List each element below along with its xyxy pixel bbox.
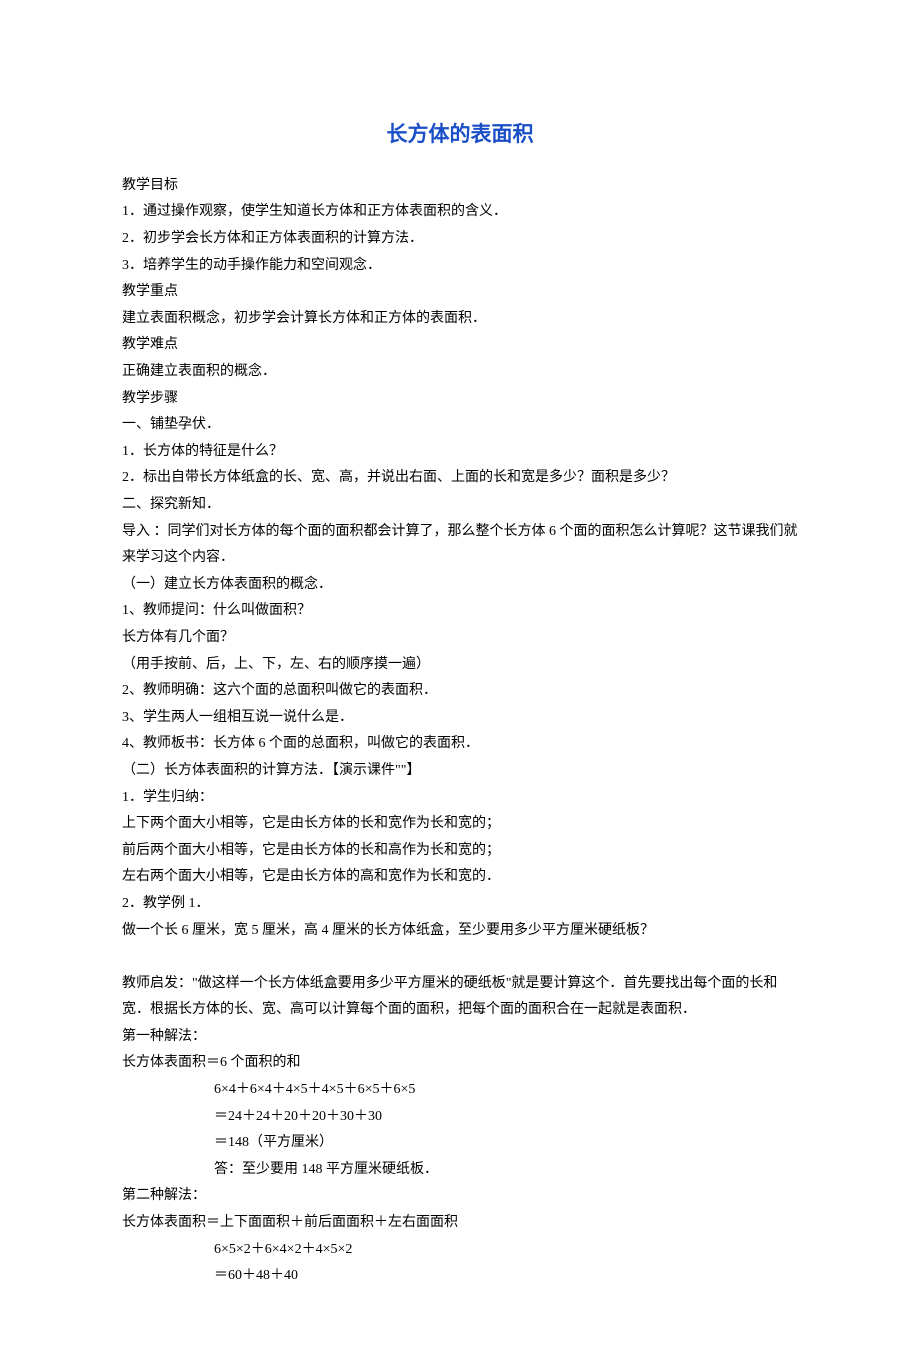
text-line: 第二种解法： — [122, 1183, 798, 1210]
calc-line: 6×4＋6×4＋4×5＋4×5＋6×5＋6×5 — [122, 1077, 798, 1104]
text-line: 长方体有几个面？ — [122, 625, 798, 652]
text-line: 建立表面积概念，初步学会计算长方体和正方体的表面积． — [122, 306, 798, 333]
text-line: 教学难点 — [122, 332, 798, 359]
text-line: 1．通过操作观察，使学生知道长方体和正方体表面积的含义． — [122, 199, 798, 226]
calc-line: ＝24＋24＋20＋20＋30＋30 — [122, 1104, 798, 1131]
text-line: 4、教师板书：长方体 6 个面的总面积，叫做它的表面积． — [122, 731, 798, 758]
text-line: 做一个长 6 厘米，宽 5 厘米，高 4 厘米的长方体纸盒，至少要用多少平方厘米… — [122, 918, 798, 945]
text-line: 第一种解法： — [122, 1024, 798, 1051]
text-line: 3、学生两人一组相互说一说什么是． — [122, 705, 798, 732]
text-line: （二）长方体表面积的计算方法．【演示课件""】 — [122, 758, 798, 785]
calc-line: ＝60＋48＋40 — [122, 1263, 798, 1290]
text-line: 二、探究新知． — [122, 492, 798, 519]
text-line: 1、教师提问：什么叫做面积？ — [122, 598, 798, 625]
text-line: 一、铺垫孕伏． — [122, 412, 798, 439]
text-line: 长方体表面积＝上下面面积＋前后面面积＋左右面面积 — [122, 1210, 798, 1237]
text-line: 2．标出自带长方体纸盒的长、宽、高，并说出右面、上面的长和宽是多少？面积是多少？ — [122, 465, 798, 492]
calc-line: 6×5×2＋6×4×2＋4×5×2 — [122, 1237, 798, 1264]
text-line: 2．初步学会长方体和正方体表面积的计算方法． — [122, 226, 798, 253]
text-line: 教学重点 — [122, 279, 798, 306]
text-line: 教师启发："做这样一个长方体纸盒要用多少平方厘米的硬纸板"就是要计算这个．首先要… — [122, 971, 798, 1024]
text-line: （用手按前、后，上、下，左、右的顺序摸一遍） — [122, 652, 798, 679]
text-line: 3．培养学生的动手操作能力和空间观念． — [122, 253, 798, 280]
text-line: （一）建立长方体表面积的概念． — [122, 572, 798, 599]
text-line: 左右两个面大小相等，它是由长方体的高和宽作为长和宽的． — [122, 864, 798, 891]
document-page: 长方体的表面积 教学目标 1．通过操作观察，使学生知道长方体和正方体表面积的含义… — [0, 0, 920, 1350]
text-line: 长方体表面积＝6 个面积的和 — [122, 1050, 798, 1077]
text-line: 正确建立表面积的概念． — [122, 359, 798, 386]
text-line: 2、教师明确：这六个面的总面积叫做它的表面积． — [122, 678, 798, 705]
page-title: 长方体的表面积 — [122, 115, 798, 155]
text-line: 上下两个面大小相等，它是由长方体的长和宽作为长和宽的； — [122, 811, 798, 838]
text-line: 1．学生归纳： — [122, 785, 798, 812]
text-line: 2．教学例 1． — [122, 891, 798, 918]
text-line: 1．长方体的特征是什么？ — [122, 439, 798, 466]
calc-line: 答：至少要用 148 平方厘米硬纸板． — [122, 1157, 798, 1184]
text-line: 前后两个面大小相等，它是由长方体的长和高作为长和宽的； — [122, 838, 798, 865]
text-line: 导入 ：同学们对长方体的每个面的面积都会计算了，那么整个长方体 6 个面的面积怎… — [122, 519, 798, 572]
text-line: 教学步骤 — [122, 386, 798, 413]
calc-line: ＝148（平方厘米） — [122, 1130, 798, 1157]
text-line: 教学目标 — [122, 173, 798, 200]
blank-line — [122, 944, 798, 971]
